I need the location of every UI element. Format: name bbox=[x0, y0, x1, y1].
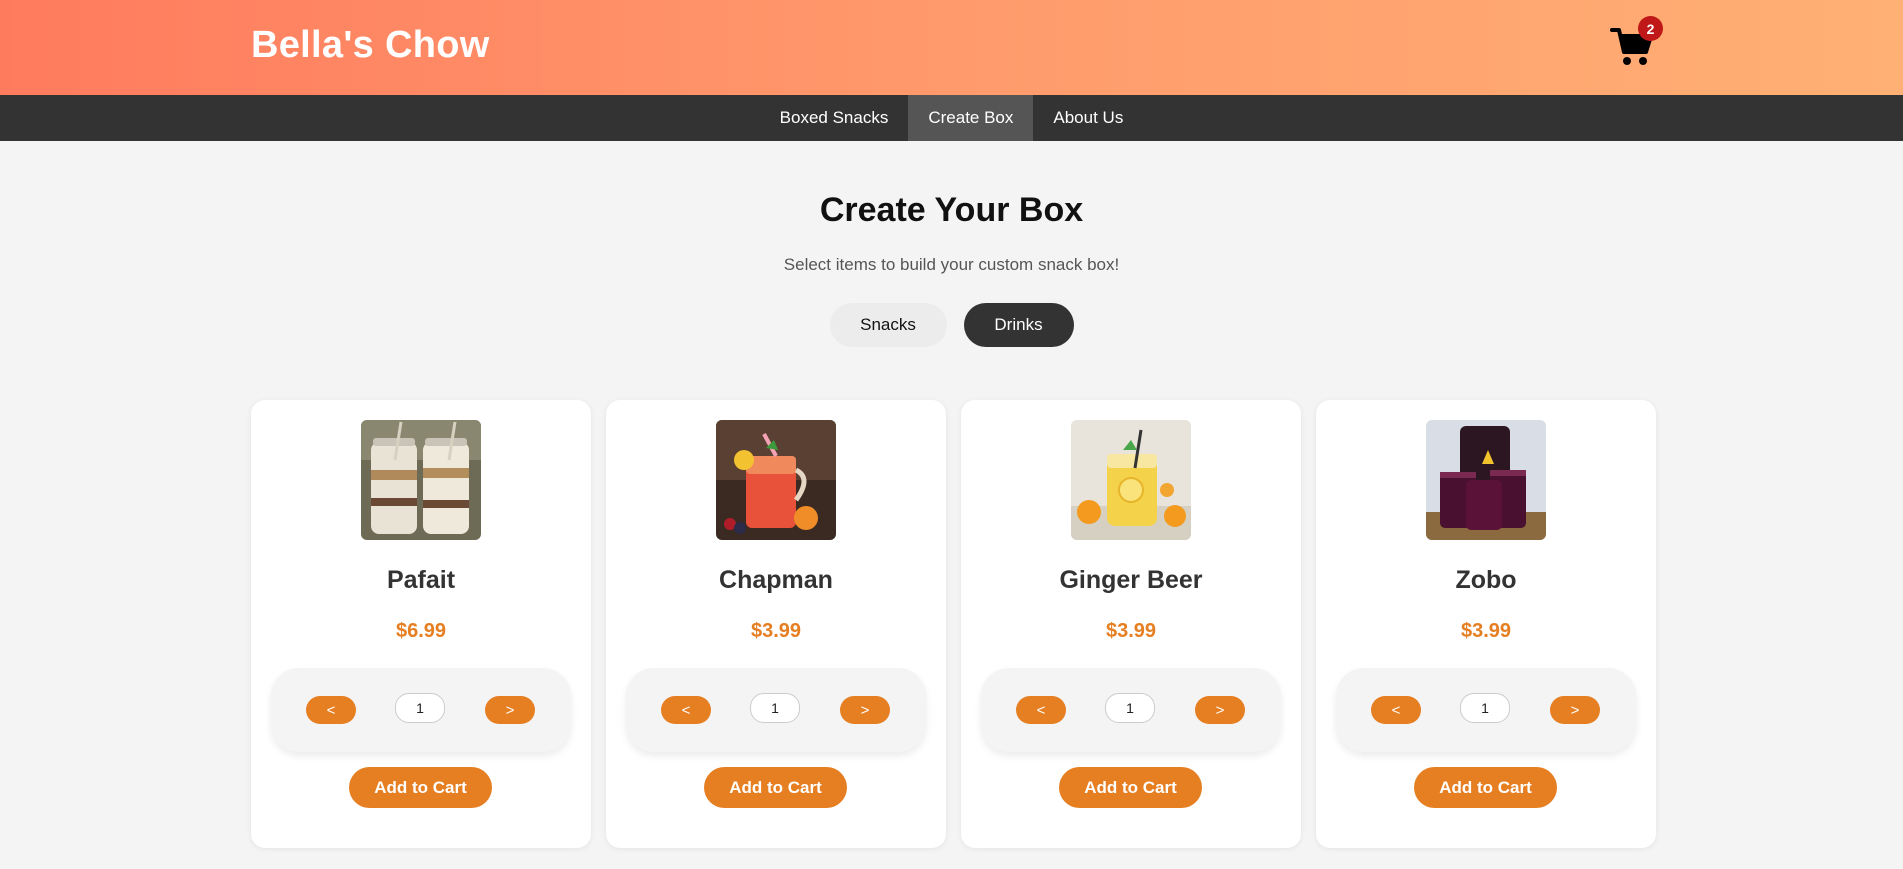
quantity-input[interactable] bbox=[750, 693, 800, 723]
site-header: Bella's Chow 2 bbox=[0, 0, 1903, 95]
product-card: Pafait $6.99 < > Add to Cart bbox=[251, 400, 591, 848]
product-price: $3.99 bbox=[750, 620, 802, 642]
product-card: Zobo $3.99 < > Add to Cart bbox=[1316, 400, 1656, 848]
page-title: Create Your Box bbox=[819, 191, 1084, 229]
add-to-cart-button[interactable]: Add to Cart bbox=[1059, 767, 1202, 808]
product-image bbox=[361, 420, 481, 540]
product-image bbox=[716, 420, 836, 540]
increase-quantity-button[interactable]: > bbox=[840, 696, 890, 724]
product-card: Chapman $3.99 < > Add to Cart bbox=[606, 400, 946, 848]
nav-item-create-box[interactable]: Create Box bbox=[908, 95, 1034, 141]
page-subtitle: Select items to build your custom snack … bbox=[783, 255, 1120, 274]
product-name: Chapman bbox=[719, 566, 833, 594]
decrease-quantity-button[interactable]: < bbox=[661, 696, 711, 724]
product-name: Zobo bbox=[1455, 566, 1517, 594]
product-name: Ginger Beer bbox=[1059, 566, 1203, 594]
decrease-quantity-button[interactable]: < bbox=[306, 696, 356, 724]
quantity-stepper: < > bbox=[1336, 668, 1636, 752]
increase-quantity-button[interactable]: > bbox=[485, 696, 535, 724]
product-price: $3.99 bbox=[1460, 620, 1512, 642]
product-name: Pafait bbox=[386, 566, 456, 594]
quantity-input[interactable] bbox=[1460, 693, 1510, 723]
product-price: $6.99 bbox=[395, 620, 447, 642]
brand-logo[interactable]: Bella's Chow bbox=[251, 24, 490, 67]
drinks-toggle-button[interactable]: Drinks bbox=[963, 303, 1074, 347]
decrease-quantity-button[interactable]: < bbox=[1016, 696, 1066, 724]
decrease-quantity-button[interactable]: < bbox=[1371, 696, 1421, 724]
cart-count-badge: 2 bbox=[1638, 16, 1663, 41]
main-content: Create Your Box Select items to build yo… bbox=[0, 141, 1903, 347]
quantity-input[interactable] bbox=[395, 693, 445, 723]
snacks-toggle-button[interactable]: Snacks bbox=[829, 303, 947, 347]
cart-button[interactable]: 2 bbox=[1610, 16, 1663, 68]
add-to-cart-button[interactable]: Add to Cart bbox=[349, 767, 492, 808]
product-card: Ginger Beer $3.99 < > Add to Cart bbox=[961, 400, 1301, 848]
quantity-stepper: < > bbox=[981, 668, 1281, 752]
product-image bbox=[1426, 420, 1546, 540]
product-image bbox=[1071, 420, 1191, 540]
quantity-input[interactable] bbox=[1105, 693, 1155, 723]
nav-item-about-us[interactable]: About Us bbox=[1033, 95, 1143, 141]
add-to-cart-button[interactable]: Add to Cart bbox=[704, 767, 847, 808]
quantity-stepper: < > bbox=[271, 668, 571, 752]
add-to-cart-button[interactable]: Add to Cart bbox=[1414, 767, 1557, 808]
nav-item-boxed-snacks[interactable]: Boxed Snacks bbox=[760, 95, 909, 141]
product-grid: Pafait $6.99 < > Add to Cart bbox=[251, 400, 1656, 848]
increase-quantity-button[interactable]: > bbox=[1195, 696, 1245, 724]
category-toggle: Snacks Drinks bbox=[0, 303, 1903, 347]
increase-quantity-button[interactable]: > bbox=[1550, 696, 1600, 724]
product-price: $3.99 bbox=[1105, 620, 1157, 642]
quantity-stepper: < > bbox=[626, 668, 926, 752]
main-nav: Boxed Snacks Create Box About Us bbox=[0, 95, 1903, 141]
